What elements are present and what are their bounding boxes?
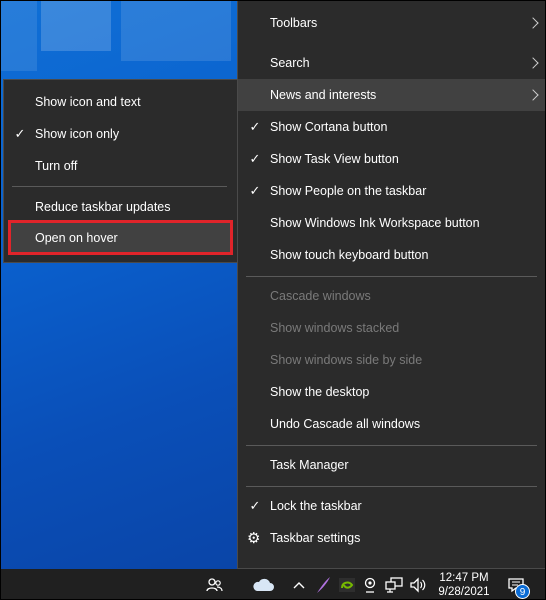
- taskbar-context-menu: Toolbars Search News and interests ✓ Sho…: [237, 1, 545, 569]
- menu-item-show-task-view-button[interactable]: ✓ Show Task View button: [238, 143, 545, 175]
- taskbar-clock[interactable]: 12:47 PM 9/28/2021: [433, 569, 495, 599]
- volume-icon[interactable]: [406, 569, 430, 599]
- menu-item-label: Show Windows Ink Workspace button: [270, 216, 480, 230]
- chevron-right-icon: [527, 57, 539, 69]
- menu-separator: [246, 486, 537, 487]
- menu-item-cascade-windows: Cascade windows: [238, 280, 545, 312]
- menu-item-show-windows-side-by-side: Show windows side by side: [238, 344, 545, 376]
- menu-item-show-the-desktop[interactable]: Show the desktop: [238, 376, 545, 408]
- checkmark-icon: ✓: [249, 151, 261, 166]
- menu-item-label: Show Cortana button: [270, 120, 388, 134]
- menu-item-news-and-interests[interactable]: News and interests: [238, 79, 545, 111]
- checkmark-icon: ✓: [249, 119, 261, 134]
- menu-item-show-windows-stacked: Show windows stacked: [238, 312, 545, 344]
- clock-date: 9/28/2021: [438, 586, 490, 598]
- checkmark-icon: ✓: [249, 183, 261, 198]
- menu-item-label: Toolbars: [270, 16, 318, 30]
- gear-icon: ⚙: [247, 530, 261, 547]
- weather-cloud-icon[interactable]: [249, 569, 277, 599]
- menu-item-label: Show windows stacked: [270, 321, 400, 335]
- menu-item-label: Show People on the taskbar: [270, 184, 427, 198]
- menu-item-label: Lock the taskbar: [270, 499, 362, 513]
- wallpaper-pane: [121, 1, 231, 61]
- menu-item-label: Turn off: [35, 159, 78, 173]
- menu-item-label: Show the desktop: [270, 385, 370, 399]
- screen: Toolbars Search News and interests ✓ Sho…: [0, 0, 546, 600]
- menu-item-show-windows-ink-workspace-button[interactable]: Show Windows Ink Workspace button: [238, 207, 545, 239]
- menu-item-label: Show icon and text: [35, 95, 141, 109]
- taskbar[interactable]: 12:47 PM 9/28/2021 9: [1, 569, 545, 599]
- checkmark-icon: ✓: [249, 498, 261, 513]
- submenu-item-turn-off[interactable]: Turn off: [4, 150, 237, 182]
- news-and-interests-submenu: Show icon and text ✓ Show icon only Turn…: [3, 79, 238, 263]
- menu-item-label: Show touch keyboard button: [270, 248, 429, 262]
- menu-item-label: News and interests: [270, 88, 377, 102]
- menu-item-label: Open on hover: [35, 231, 118, 245]
- feather-icon[interactable]: [311, 569, 335, 599]
- menu-item-undo-cascade[interactable]: Undo Cascade all windows: [238, 408, 545, 440]
- menu-item-toolbars[interactable]: Toolbars: [238, 7, 545, 39]
- menu-item-label: Reduce taskbar updates: [35, 200, 171, 214]
- menu-item-search[interactable]: Search: [238, 47, 545, 79]
- submenu-item-open-on-hover[interactable]: Open on hover: [4, 222, 237, 254]
- wallpaper-pane: [1, 1, 37, 71]
- menu-item-label: Show icon only: [35, 127, 120, 141]
- menu-item-label: Undo Cascade all windows: [270, 417, 421, 431]
- menu-item-label: Show Task View button: [270, 152, 399, 166]
- checkmark-icon: ✓: [14, 126, 26, 141]
- menu-separator: [246, 445, 537, 446]
- people-icon[interactable]: [201, 569, 227, 599]
- submenu-item-show-icon-and-text[interactable]: Show icon and text: [4, 86, 237, 118]
- chevron-right-icon: [527, 17, 539, 29]
- network-icon[interactable]: [382, 569, 406, 599]
- submenu-item-show-icon-only[interactable]: ✓ Show icon only: [4, 118, 237, 150]
- webcam-icon[interactable]: [359, 569, 381, 599]
- notification-count-badge: 9: [515, 584, 530, 599]
- menu-item-show-touch-keyboard-button[interactable]: Show touch keyboard button: [238, 239, 545, 271]
- wallpaper-pane: [41, 1, 111, 51]
- menu-item-label: Search: [270, 56, 310, 70]
- menu-item-lock-the-taskbar[interactable]: ✓ Lock the taskbar: [238, 490, 545, 522]
- menu-item-label: Task Manager: [270, 458, 349, 472]
- nvidia-icon[interactable]: [335, 569, 359, 599]
- show-hidden-icons-chevron[interactable]: [289, 569, 309, 599]
- menu-item-show-cortana-button[interactable]: ✓ Show Cortana button: [238, 111, 545, 143]
- menu-item-taskbar-settings[interactable]: ⚙ Taskbar settings: [238, 522, 545, 554]
- submenu-item-reduce-taskbar-updates[interactable]: Reduce taskbar updates: [4, 191, 237, 223]
- clock-time: 12:47 PM: [439, 572, 489, 584]
- menu-separator: [246, 276, 537, 277]
- menu-item-show-people-on-taskbar[interactable]: ✓ Show People on the taskbar: [238, 175, 545, 207]
- menu-separator: [12, 186, 227, 187]
- menu-item-label: Taskbar settings: [270, 531, 361, 545]
- menu-item-label: Cascade windows: [270, 289, 371, 303]
- chevron-right-icon: [527, 89, 539, 101]
- menu-item-label: Show windows side by side: [270, 353, 423, 367]
- menu-item-task-manager[interactable]: Task Manager: [238, 449, 545, 481]
